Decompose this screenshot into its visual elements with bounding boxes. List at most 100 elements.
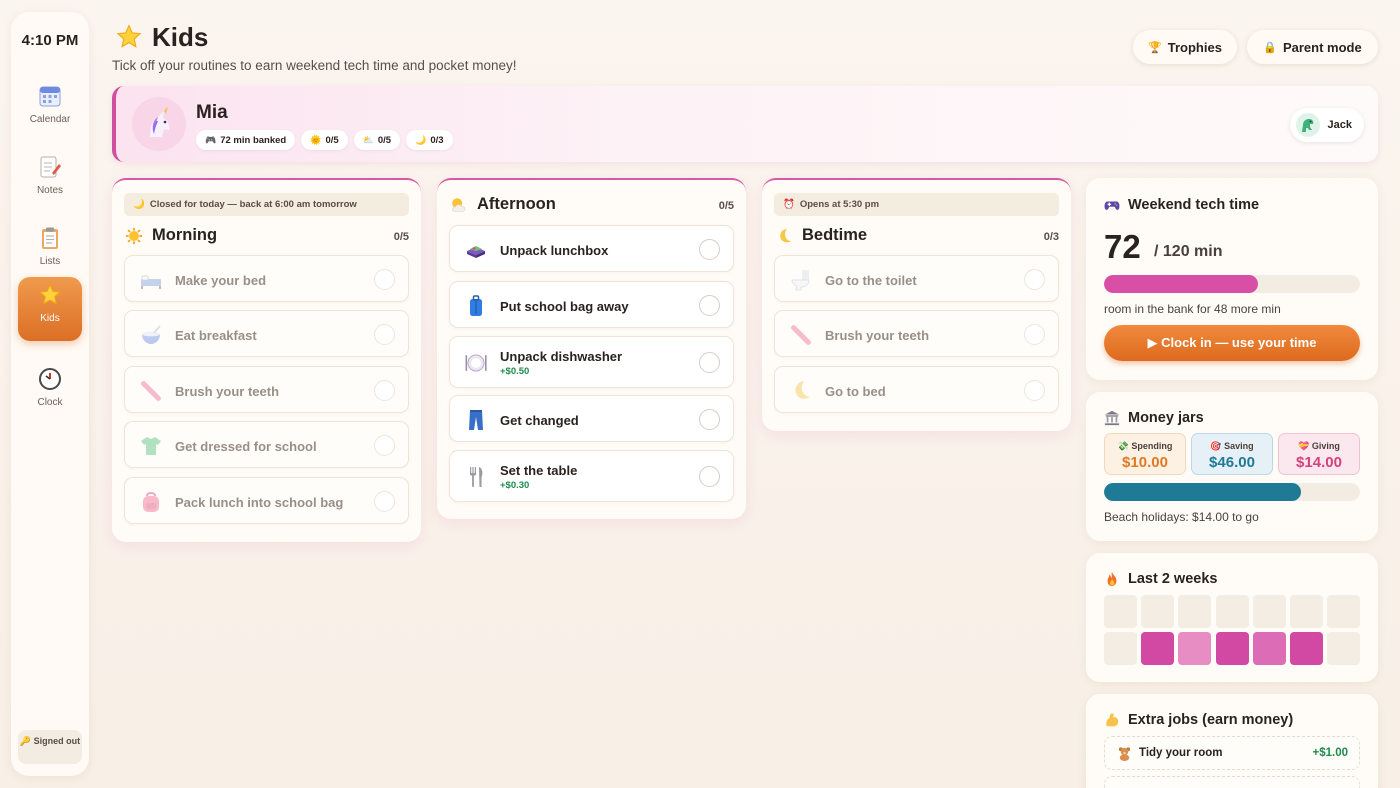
- signed-out-status[interactable]: 🔑 Signed out: [18, 730, 82, 764]
- star-icon: [116, 24, 142, 48]
- avatar: [1295, 113, 1320, 137]
- sidebar-item-lists[interactable]: Lists: [18, 220, 82, 284]
- minutes-cap: / 120 min: [1154, 243, 1223, 260]
- calendar-icon: [39, 86, 61, 107]
- task-label: Make your bed: [175, 273, 267, 288]
- task-item[interactable]: Unpack lunchbox: [449, 225, 734, 272]
- bank-icon: [1104, 410, 1120, 426]
- extra-job-label: Tidy your room: [1139, 747, 1223, 759]
- moon-icon: [780, 228, 792, 242]
- task-label: Pack lunch into school bag: [175, 495, 344, 510]
- jeans-icon: [469, 410, 483, 430]
- task-item[interactable]: Get changed: [449, 395, 734, 442]
- extra-jobs-card: Extra jobs (earn money) Tidy your room +…: [1086, 694, 1378, 788]
- trophy-icon: 🏆: [1148, 41, 1162, 54]
- moon-icon: [795, 381, 810, 399]
- bedtime-routine-card: ⏰ Opens at 5:30 pm Bedtime 0/3 Go to the…: [762, 178, 1071, 431]
- banner-text: Closed for today — back at 6:00 am tomor…: [149, 199, 357, 210]
- sun-cloud-icon: [452, 197, 466, 212]
- jar-label: 🎯 Saving: [1210, 441, 1254, 451]
- task-item: Go to bed: [774, 366, 1059, 413]
- routine-header: Bedtime: [775, 226, 867, 245]
- task-checkbox[interactable]: [699, 409, 720, 430]
- active-kid-card: Mia 🎮 72 min banked 🌞 0/5 ⛅ 0/5 🌙 0/3 Ja…: [112, 86, 1378, 162]
- dinosaur-icon: [1301, 119, 1313, 132]
- task-checkbox: [374, 435, 395, 456]
- routine-opens-banner: ⏰ Opens at 5:30 pm: [774, 193, 1059, 216]
- giving-jar[interactable]: 💝 Giving $14.00: [1278, 433, 1360, 475]
- jar-amount: $10.00: [1122, 454, 1168, 471]
- tech-time-note: room in the bank for 48 more min: [1104, 302, 1281, 316]
- task-checkbox: [374, 380, 395, 401]
- task-item: Eat breakfast: [124, 310, 409, 357]
- spending-jar[interactable]: 💸 Spending $10.00: [1104, 433, 1186, 475]
- routine-count: 0/5: [718, 200, 734, 212]
- sidebar-item-label: Clock: [37, 397, 63, 408]
- star-icon: [39, 283, 61, 305]
- routine-title: Bedtime: [802, 226, 868, 244]
- jar-label: 💸 Spending: [1117, 441, 1173, 451]
- progress-fill: [1104, 275, 1258, 293]
- savings-goal-progress: [1104, 483, 1360, 501]
- task-checkbox[interactable]: [699, 466, 720, 487]
- sun-icon: 🌞: [310, 134, 322, 145]
- banner-text: Opens at 5:30 pm: [799, 199, 880, 210]
- task-item: Pack lunch into school bag: [124, 477, 409, 524]
- chip-label: 0/5: [325, 134, 339, 146]
- extra-job-item[interactable]: Tidy your room +$1.00: [1104, 736, 1360, 770]
- sidebar-item-clock[interactable]: Clock: [18, 361, 82, 425]
- task-item[interactable]: Set the table +$0.30: [449, 450, 734, 502]
- money-icon: 💸: [1117, 441, 1129, 451]
- sidebar-item-notes[interactable]: Notes: [18, 149, 82, 213]
- task-item[interactable]: Put school bag away: [449, 281, 734, 328]
- trophies-button[interactable]: 🏆 Trophies: [1133, 30, 1237, 64]
- alarm-clock-icon: ⏰: [783, 199, 795, 210]
- routine-header: Afternoon: [450, 195, 556, 214]
- task-item: Get dressed for school: [124, 421, 409, 468]
- gamepad-icon: 🎮: [205, 134, 217, 145]
- task-checkbox: [374, 491, 395, 512]
- task-checkbox[interactable]: [699, 295, 720, 316]
- switch-kid-button[interactable]: Jack: [1289, 108, 1364, 142]
- afternoon-routine-card: Afternoon 0/5 Unpack lunchbox Put school…: [437, 178, 746, 519]
- parent-mode-button[interactable]: 🔒 Parent mode: [1247, 30, 1378, 64]
- streak-day: [1290, 632, 1323, 665]
- streak-day: [1141, 595, 1175, 628]
- sun-cloud-icon: ⛅: [362, 134, 374, 145]
- task-checkbox: [1024, 324, 1045, 345]
- task-item: Brush your teeth: [124, 366, 409, 413]
- notes-icon: [40, 156, 61, 178]
- sidebar: 4:10 PM Calendar Notes Lists Kids Clock …: [11, 12, 89, 776]
- clock-in-button[interactable]: ▶ Clock in — use your time: [1104, 325, 1360, 361]
- saving-jar[interactable]: 🎯 Saving $46.00: [1191, 433, 1273, 475]
- sidebar-item-label: Lists: [39, 256, 61, 267]
- card-header: Last 2 weeks: [1104, 571, 1217, 587]
- streak-day: [1215, 595, 1249, 628]
- teddy-icon: [1118, 747, 1131, 761]
- lock-icon: 🔒: [1263, 41, 1277, 54]
- savings-goal-note: Beach holidays: $14.00 to go: [1104, 510, 1259, 524]
- task-reward: +$0.30: [500, 480, 530, 491]
- card-header: Extra jobs (earn money): [1104, 712, 1293, 728]
- task-item[interactable]: Unpack dishwasher +$0.50: [449, 336, 734, 388]
- streak-day: [1252, 632, 1286, 665]
- sidebar-item-calendar[interactable]: Calendar: [18, 78, 82, 142]
- avatar: [132, 97, 186, 151]
- routine-closed-banner: 🌙 Closed for today — back at 6:00 am tom…: [124, 193, 409, 216]
- routine-header: Morning: [125, 226, 217, 245]
- task-label: Put school bag away: [500, 299, 629, 314]
- tech-time-progress: [1104, 275, 1360, 293]
- jar-amount: $14.00: [1296, 454, 1342, 471]
- moon-icon: 🌙: [415, 134, 427, 145]
- task-item: Brush your teeth: [774, 310, 1059, 357]
- heart-gift-icon: 💝: [1298, 441, 1310, 451]
- task-label: Eat breakfast: [175, 328, 257, 343]
- card-title: Money jars: [1128, 410, 1204, 426]
- chip-label: 72 min banked: [220, 134, 287, 146]
- sidebar-item-kids[interactable]: Kids: [18, 277, 82, 341]
- task-checkbox[interactable]: [699, 352, 720, 373]
- task-checkbox: [1024, 269, 1045, 290]
- moon-icon: 🌙: [133, 199, 145, 210]
- task-checkbox[interactable]: [699, 239, 720, 260]
- extra-job-item[interactable]: [1104, 776, 1360, 788]
